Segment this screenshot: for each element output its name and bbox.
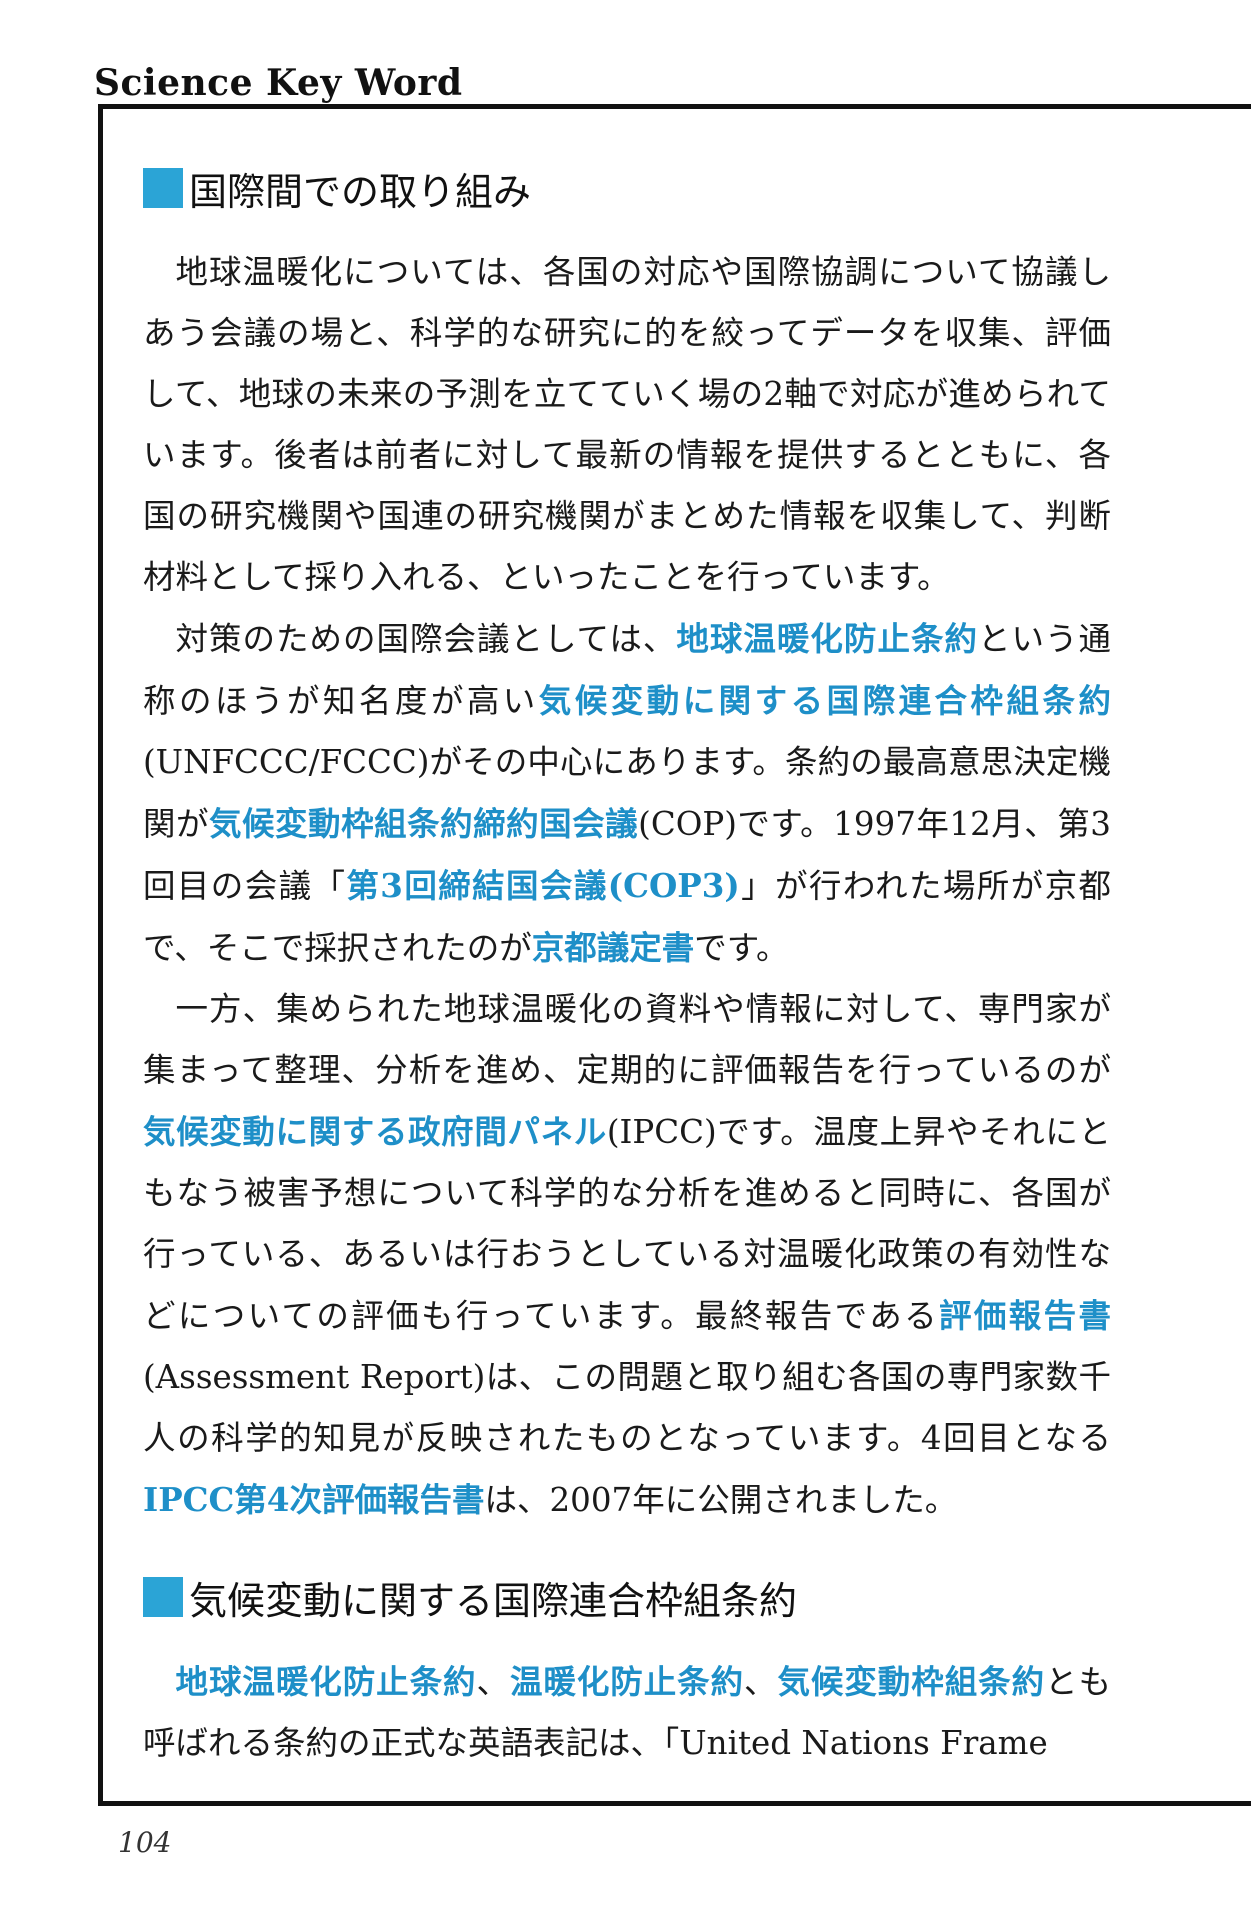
section-heading-text: 気候変動に関する国際連合枠組条約 [189,1578,798,1623]
keyword: 気候変動枠組条約締約国会議 [209,804,639,843]
keyword: 温暖化防止条約 [509,1662,745,1701]
paragraph: 一方、集められた地球温暖化の資料や情報に対して、専門家が集まって整理、分析を進め… [143,979,1111,1531]
text-span: 対策のための国際会議としては、 [175,620,677,658]
keyword: 気候変動に関する国際連合枠組条約 [538,681,1111,720]
keyword: IPCC第4次評価報告書 [143,1480,485,1519]
section-heading: 気候変動に関する国際連合枠組条約 [143,1569,1111,1625]
heading-square-icon [143,168,183,208]
section-heading: 国際間での取り組み [143,160,1111,216]
keyword: 気候変動枠組条約 [777,1662,1046,1701]
text-span: は、2007年に公開されました。 [484,1481,958,1519]
keyword: 気候変動に関する政府間パネル [143,1112,607,1151]
keyword: 地球温暖化防止条約 [175,1662,477,1701]
page-number: 104 [118,1826,172,1859]
keyword: 京都議定書 [531,928,695,967]
keyword: 評価報告書 [938,1296,1111,1335]
text-span: 一方、集められた地球温暖化の資料や情報に対して、専門家が集まって整理、分析を進め… [143,990,1111,1089]
keyword: 地球温暖化防止条約 [676,619,978,658]
main-content: 国際間での取り組み 地球温暖化については、各国の対応や国際協調について協議しあう… [143,160,1111,1774]
paragraph: 対策のための国際会議としては、地球温暖化防止条約という通称のほうが知名度が高い気… [143,608,1111,979]
header-title: Science Key Word [94,62,463,104]
paragraph: 地球温暖化防止条約、温暖化防止条約、気候変動枠組条約とも呼ばれる条約の正式な英語… [143,1651,1111,1774]
text-span: 、 [744,1663,778,1701]
text-span: 、 [476,1663,510,1701]
section-heading-text: 国際間での取り組み [189,169,532,214]
heading-square-icon [143,1577,183,1617]
paragraph: 地球温暖化については、各国の対応や国際協調について協議しあう会議の場と、科学的な… [143,253,1111,596]
text-span: (Assessment Report)は、この問題と取り組む各国の専門家数千人の… [143,1358,1111,1457]
text-span: です。 [694,929,789,967]
keyword: 第3回締結国会議(COP3) [346,866,740,905]
